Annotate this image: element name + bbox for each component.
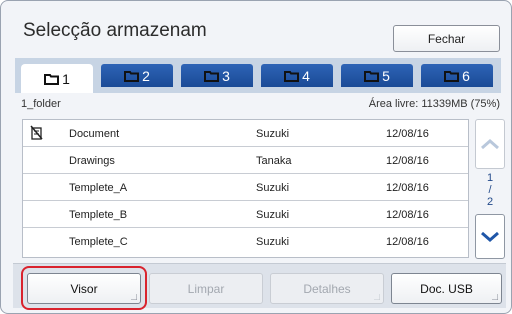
- limpar-button[interactable]: Limpar: [149, 273, 263, 304]
- close-button[interactable]: Fechar: [393, 25, 500, 52]
- storage-selection-dialog: Selecção armazenam Fechar 1 2 3 4 5 6 1_…: [0, 0, 512, 314]
- limpar-label: Limpar: [187, 281, 225, 296]
- tab-label: 2: [142, 67, 150, 84]
- file-date: 12/08/16: [386, 182, 429, 194]
- tab-label: 1: [62, 70, 70, 87]
- file-name: Templete_C: [69, 236, 128, 248]
- file-date: 12/08/16: [386, 155, 429, 167]
- file-row[interactable]: Templete_B Suzuki 12/08/16: [23, 201, 468, 228]
- page-separator: /: [488, 184, 492, 196]
- file-owner: Suzuki: [256, 209, 290, 221]
- file-owner: Suzuki: [256, 128, 290, 140]
- folder-icon: [44, 73, 60, 85]
- tab-label: 3: [222, 67, 230, 84]
- file-name: Document: [69, 128, 120, 140]
- tab-folder-5[interactable]: 5: [341, 64, 413, 87]
- corner-mark-icon: [374, 294, 380, 300]
- scroll-down-button[interactable]: [475, 214, 505, 259]
- folder-icon: [444, 70, 460, 82]
- detalhes-label: Detalhes: [303, 281, 351, 296]
- file-list: Document Suzuki 12/08/16 Drawings Tanaka…: [22, 119, 469, 258]
- dialog-title: Selecção armazenam: [23, 20, 207, 41]
- tab-folder-1[interactable]: 1: [21, 64, 93, 93]
- file-row[interactable]: Document Suzuki 12/08/16: [23, 120, 468, 147]
- folder-icon: [364, 70, 380, 82]
- page-indicator: 1 / 2: [481, 172, 499, 208]
- scroll-up-button[interactable]: [475, 119, 505, 169]
- doc-usb-label: Doc. USB: [420, 281, 473, 296]
- corner-mark-icon: [492, 294, 498, 300]
- folder-icon: [284, 70, 300, 82]
- chevron-down-icon: [481, 231, 499, 242]
- detalhes-button[interactable]: Detalhes: [270, 273, 384, 304]
- file-name: Templete_A: [69, 182, 128, 194]
- file-owner: Suzuki: [256, 236, 290, 248]
- chevron-up-icon: [481, 139, 499, 150]
- folder-name: 1_folder: [21, 98, 61, 110]
- no-copy-icon: [30, 125, 43, 140]
- file-row[interactable]: Drawings Tanaka 12/08/16: [23, 147, 468, 174]
- file-owner: Tanaka: [256, 155, 292, 167]
- tab-label: 4: [302, 67, 310, 84]
- doc-usb-button[interactable]: Doc. USB: [391, 273, 502, 304]
- file-date: 12/08/16: [386, 236, 429, 248]
- tab-folder-4[interactable]: 4: [261, 64, 333, 87]
- free-space-indicator: Área livre: 11339MB (75%): [368, 98, 500, 110]
- tab-label: 6: [462, 67, 470, 84]
- tab-label: 5: [382, 67, 390, 84]
- tab-folder-2[interactable]: 2: [101, 64, 173, 87]
- file-row[interactable]: Templete_A Suzuki 12/08/16: [23, 174, 468, 201]
- file-row[interactable]: Templete_C Suzuki 12/08/16: [23, 228, 468, 255]
- folder-icon: [204, 70, 220, 82]
- tab-folder-3[interactable]: 3: [181, 64, 253, 87]
- file-date: 12/08/16: [386, 128, 429, 140]
- folder-icon: [124, 70, 140, 82]
- file-name: Drawings: [69, 155, 115, 167]
- tab-folder-6[interactable]: 6: [421, 64, 493, 87]
- file-owner: Suzuki: [256, 182, 290, 194]
- visor-highlight: [21, 266, 147, 310]
- page-total: 2: [486, 196, 494, 208]
- folder-tabs: 1 2 3 4 5 6: [15, 58, 501, 93]
- page-current: 1: [486, 172, 494, 184]
- file-name: Templete_B: [69, 209, 128, 221]
- file-date: 12/08/16: [386, 209, 429, 221]
